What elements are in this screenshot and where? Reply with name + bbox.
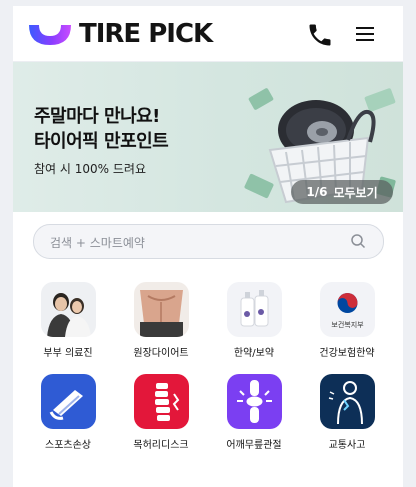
banner-title-line2: 타이어픽 만포인트 [34, 131, 169, 152]
money-icon [364, 88, 396, 112]
pager-count: 1/6 [306, 185, 328, 199]
category-label: 건강보험한약 [319, 348, 375, 359]
promo-banner[interactable]: 주말마다 만나요! 타이어픽 만포인트 참여 시 100% 드려요 1/6 모두… [13, 62, 403, 212]
hamburger-menu-icon [356, 27, 374, 41]
banner-pager[interactable]: 1/6 모두보기 [291, 180, 393, 204]
category-herbal-medicine[interactable]: 한약/보약 [214, 282, 294, 359]
category-shoulder-knee[interactable]: 어깨무릎관절 [214, 374, 294, 451]
body-photo [133, 282, 189, 337]
menu-button[interactable] [353, 23, 379, 45]
category-label: 목허리디스크 [133, 440, 189, 451]
money-icon [248, 88, 274, 110]
banner-title-line1: 주말마다 만나요! [34, 106, 160, 127]
app-frame: TIRE PICK 주말마다 만나요! 타이어픽 만포인트 참여 시 100% … [13, 6, 403, 487]
herbal-medicine-icon [226, 282, 282, 337]
category-label: 어깨무릎관절 [226, 440, 282, 451]
category-sports-injury[interactable]: 스포츠손상 [28, 374, 108, 451]
svg-text:보건복지부: 보건복지부 [331, 320, 364, 329]
category-label: 한약/보약 [233, 348, 275, 359]
logo-mark-icon [29, 25, 71, 45]
brand-logo[interactable]: TIRE PICK [27, 19, 213, 49]
category-health-insurance[interactable]: 보건복지부 건강보험한약 [307, 282, 387, 359]
header: TIRE PICK [13, 6, 403, 62]
view-all-link[interactable]: 모두보기 [333, 184, 377, 201]
category-label: 스포츠손상 [45, 440, 91, 451]
brand-name: TIRE PICK [79, 19, 213, 49]
search-placeholder: 검색 + 스마트예약 [50, 236, 145, 250]
sports-injury-icon [40, 374, 96, 429]
category-traffic-accident[interactable]: 교통사고 [307, 374, 387, 451]
phone-icon [309, 24, 331, 46]
accident-icon [319, 374, 375, 429]
joint-icon [226, 374, 282, 429]
category-label: 교통사고 [328, 440, 366, 451]
money-icon [244, 173, 274, 199]
banner-title: 주말마다 만나요! 타이어픽 만포인트 [34, 104, 169, 154]
category-label: 부부 의료진 [43, 348, 93, 359]
doctors-photo [40, 282, 96, 337]
category-spine-disc[interactable]: 목허리디스크 [121, 374, 201, 451]
category-diet[interactable]: 원장다이어트 [121, 282, 201, 359]
search-icon[interactable] [350, 233, 366, 249]
phone-button[interactable] [306, 21, 334, 49]
category-label: 원장다이어트 [133, 348, 189, 359]
spine-icon [133, 374, 189, 429]
health-ministry-logo: 보건복지부 [319, 282, 375, 337]
banner-subtitle: 참여 시 100% 드려요 [34, 162, 146, 176]
category-couple-doctors[interactable]: 부부 의료진 [28, 282, 108, 359]
search-input[interactable]: 검색 + 스마트예약 [33, 224, 384, 259]
